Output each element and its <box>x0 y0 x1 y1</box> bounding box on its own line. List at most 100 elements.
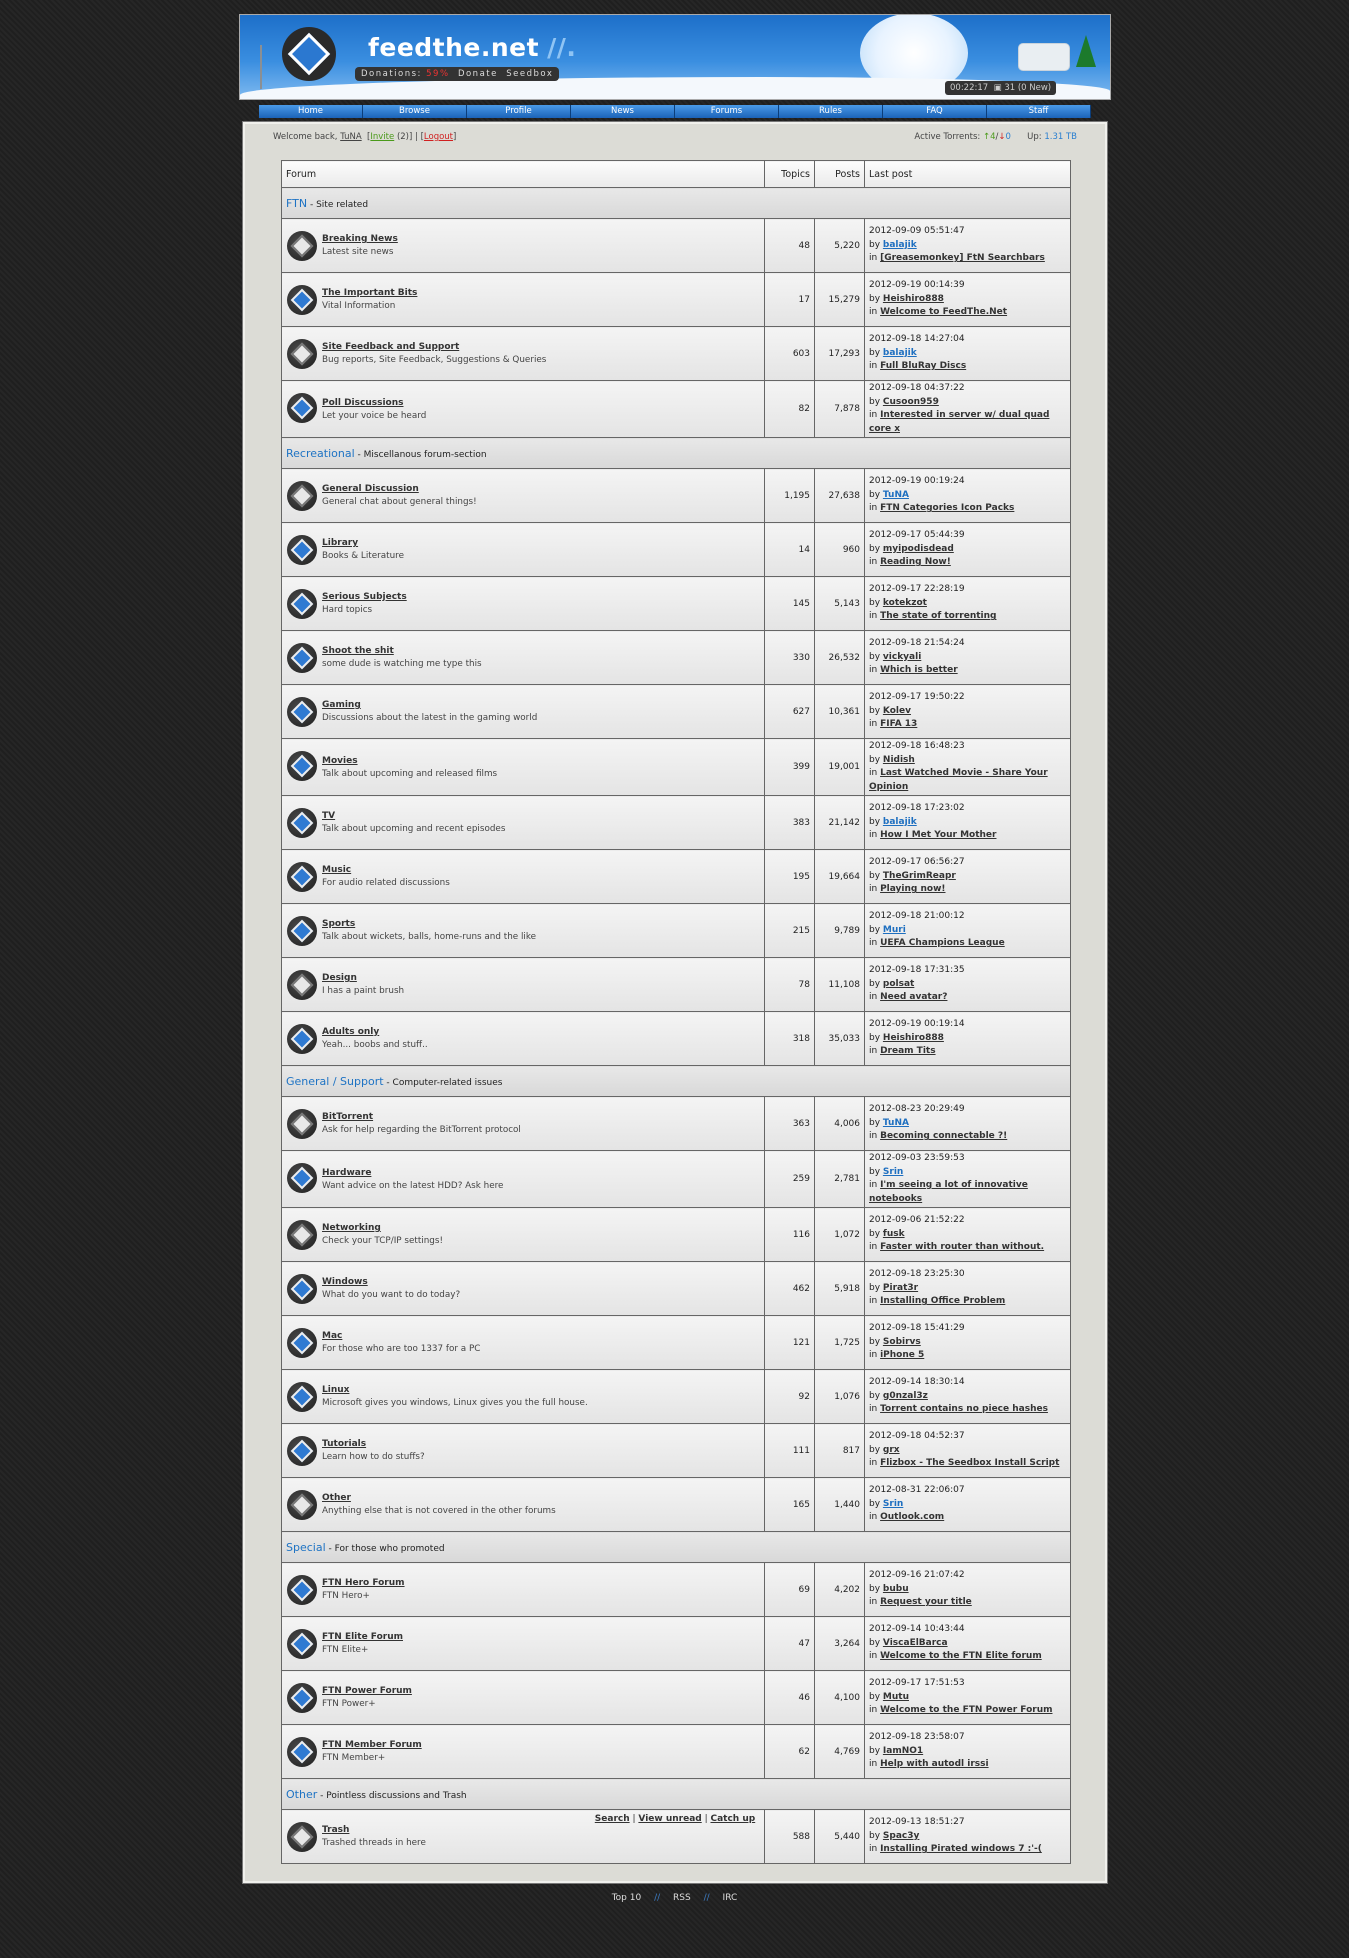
footer-top10-link[interactable]: Top 10 <box>612 1893 642 1903</box>
footer-irc-link[interactable]: IRC <box>723 1893 738 1903</box>
last-post-topic-link[interactable]: Installing Pirated windows 7 :'-( <box>880 1844 1042 1854</box>
search-link[interactable]: Search <box>595 1814 630 1824</box>
nav-forums[interactable]: Forums <box>675 105 779 118</box>
active-up-count[interactable]: 4 <box>990 132 995 142</box>
last-post-user-link[interactable]: myipodisdead <box>883 544 954 554</box>
category-name[interactable]: FTN <box>286 197 307 210</box>
logout-link[interactable]: Logout <box>424 132 453 142</box>
nav-faq[interactable]: FAQ <box>883 105 987 118</box>
forum-name-link[interactable]: FTN Member Forum <box>322 1740 763 1750</box>
nav-staff[interactable]: Staff <box>987 105 1091 118</box>
last-post-user-link[interactable]: Srin <box>883 1499 903 1509</box>
last-post-user-link[interactable]: balajik <box>883 348 917 358</box>
last-post-topic-link[interactable]: The state of torrenting <box>880 611 996 621</box>
last-post-topic-link[interactable]: Dream Tits <box>880 1046 935 1056</box>
messages-count[interactable]: 31 (0 New) <box>1004 83 1051 93</box>
site-logo-icon[interactable] <box>282 27 336 81</box>
category-name[interactable]: Recreational <box>286 447 355 460</box>
forum-name-link[interactable]: Adults only <box>322 1027 763 1037</box>
last-post-user-link[interactable]: TuNA <box>883 1118 909 1128</box>
forum-name-link[interactable]: Trash <box>322 1825 763 1835</box>
nav-browse[interactable]: Browse <box>363 105 467 118</box>
forum-name-link[interactable]: Other <box>322 1493 763 1503</box>
forum-name-link[interactable]: Site Feedback and Support <box>322 342 763 352</box>
last-post-user-link[interactable]: kotekzot <box>883 598 927 608</box>
last-post-user-link[interactable]: Srin <box>883 1167 903 1177</box>
last-post-topic-link[interactable]: iPhone 5 <box>880 1350 924 1360</box>
forum-name-link[interactable]: BitTorrent <box>322 1112 763 1122</box>
forum-name-link[interactable]: FTN Elite Forum <box>322 1632 763 1642</box>
last-post-user-link[interactable]: Nidish <box>883 755 915 765</box>
forum-name-link[interactable]: TV <box>322 811 763 821</box>
last-post-topic-link[interactable]: Flizbox - The Seedbox Install Script <box>880 1458 1059 1468</box>
last-post-user-link[interactable]: grx <box>883 1445 900 1455</box>
category-name[interactable]: Other <box>286 1788 317 1801</box>
nav-news[interactable]: News <box>571 105 675 118</box>
last-post-user-link[interactable]: Kolev <box>883 706 911 716</box>
last-post-user-link[interactable]: fusk <box>883 1229 905 1239</box>
forum-name-link[interactable]: Linux <box>322 1385 763 1395</box>
last-post-topic-link[interactable]: Outlook.com <box>880 1512 944 1522</box>
forum-name-link[interactable]: FTN Power Forum <box>322 1686 763 1696</box>
seedbox-link[interactable]: Seedbox <box>506 69 553 79</box>
last-post-topic-link[interactable]: UEFA Champions League <box>880 938 1005 948</box>
forum-name-link[interactable]: Movies <box>322 756 763 766</box>
last-post-topic-link[interactable]: Full BluRay Discs <box>880 361 966 371</box>
forum-name-link[interactable]: Networking <box>322 1223 763 1233</box>
last-post-topic-link[interactable]: Faster with router than without. <box>880 1242 1044 1252</box>
view-unread-link[interactable]: View unread <box>638 1814 701 1824</box>
last-post-topic-link[interactable]: Installing Office Problem <box>880 1296 1005 1306</box>
last-post-topic-link[interactable]: Which is better <box>880 665 958 675</box>
last-post-topic-link[interactable]: Becoming connectable ?! <box>880 1131 1007 1141</box>
forum-name-link[interactable]: Hardware <box>322 1168 763 1178</box>
last-post-user-link[interactable]: bubu <box>883 1584 909 1594</box>
last-post-user-link[interactable]: ViscaElBarca <box>883 1638 948 1648</box>
active-down-count[interactable]: 0 <box>1006 132 1011 142</box>
forum-name-link[interactable]: Sports <box>322 919 763 929</box>
nav-rules[interactable]: Rules <box>779 105 883 118</box>
last-post-topic-link[interactable]: How I Met Your Mother <box>880 830 996 840</box>
nav-profile[interactable]: Profile <box>467 105 571 118</box>
last-post-user-link[interactable]: Sobirvs <box>883 1337 921 1347</box>
last-post-user-link[interactable]: TheGrimReapr <box>883 871 956 881</box>
forum-name-link[interactable]: Mac <box>322 1331 763 1341</box>
last-post-user-link[interactable]: polsat <box>883 979 914 989</box>
forum-name-link[interactable]: Breaking News <box>322 234 763 244</box>
donate-link[interactable]: Donate <box>458 69 498 79</box>
last-post-user-link[interactable]: balajik <box>883 240 917 250</box>
last-post-topic-link[interactable]: FIFA 13 <box>880 719 917 729</box>
last-post-user-link[interactable]: IamNO1 <box>883 1746 923 1756</box>
last-post-topic-link[interactable]: [Greasemonkey] FtN Searchbars <box>880 253 1045 263</box>
forum-name-link[interactable]: Poll Discussions <box>322 398 763 408</box>
last-post-topic-link[interactable]: Welcome to FeedThe.Net <box>880 307 1007 317</box>
forum-name-link[interactable]: Music <box>322 865 763 875</box>
last-post-user-link[interactable]: Pirat3r <box>883 1283 918 1293</box>
forum-name-link[interactable]: Serious Subjects <box>322 592 763 602</box>
last-post-user-link[interactable]: vickyali <box>883 652 921 662</box>
last-post-user-link[interactable]: g0nzal3z <box>883 1391 928 1401</box>
forum-name-link[interactable]: Gaming <box>322 700 763 710</box>
last-post-topic-link[interactable]: Welcome to the FTN Elite forum <box>880 1651 1042 1661</box>
catch-up-link[interactable]: Catch up <box>710 1814 755 1824</box>
last-post-topic-link[interactable]: Interested in server w/ dual quad core x <box>869 410 1049 434</box>
nav-home[interactable]: Home <box>259 105 363 118</box>
forum-name-link[interactable]: The Important Bits <box>322 288 763 298</box>
username-link[interactable]: TuNA <box>340 132 361 142</box>
last-post-topic-link[interactable]: Last Watched Movie - Share Your Opinion <box>869 768 1048 792</box>
last-post-topic-link[interactable]: I'm seeing a lot of innovative notebooks <box>869 1180 1028 1204</box>
last-post-user-link[interactable]: TuNA <box>883 490 909 500</box>
last-post-topic-link[interactable]: FTN Categories Icon Packs <box>880 503 1014 513</box>
invite-link[interactable]: Invite <box>370 132 394 142</box>
category-name[interactable]: Special <box>286 1541 326 1554</box>
last-post-topic-link[interactable]: Welcome to the FTN Power Forum <box>880 1705 1052 1715</box>
last-post-user-link[interactable]: Cusoon959 <box>883 397 939 407</box>
last-post-user-link[interactable]: Mutu <box>883 1692 909 1702</box>
category-name[interactable]: General / Support <box>286 1075 384 1088</box>
forum-name-link[interactable]: FTN Hero Forum <box>322 1578 763 1588</box>
last-post-topic-link[interactable]: Request your title <box>880 1597 972 1607</box>
mail-icon[interactable]: ▣ <box>994 83 1002 93</box>
last-post-user-link[interactable]: Heishiro888 <box>883 294 944 304</box>
last-post-user-link[interactable]: Muri <box>883 925 906 935</box>
last-post-user-link[interactable]: Spac3y <box>883 1831 919 1841</box>
last-post-topic-link[interactable]: Help with autodl irssi <box>880 1759 989 1769</box>
